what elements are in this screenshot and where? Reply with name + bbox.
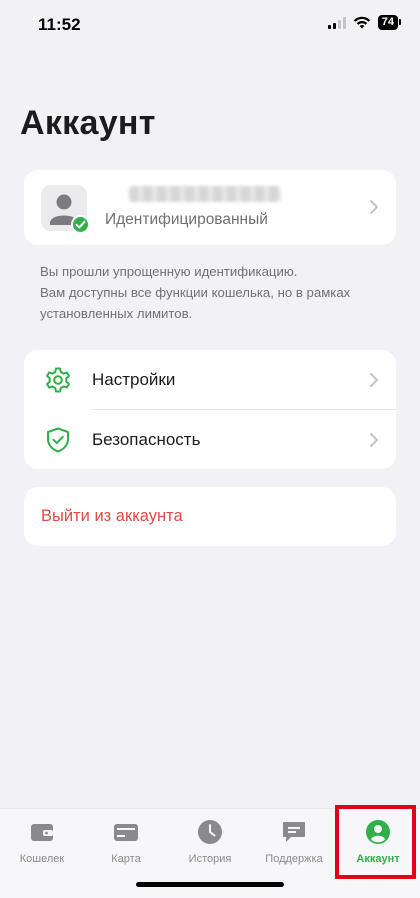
checkmark-icon — [75, 220, 86, 229]
profile-status: Идентифицированный — [105, 211, 268, 228]
menu-item-settings[interactable]: Настройки — [24, 350, 396, 410]
security-label: Безопасность — [92, 430, 201, 449]
info-line-1: Вы прошли упрощенную идентификацию. — [40, 264, 298, 279]
status-icons: 74 — [327, 15, 402, 30]
signal-icon — [327, 16, 346, 29]
shield-icon — [47, 427, 69, 453]
wifi-icon — [353, 16, 370, 29]
menu-item-security[interactable]: Безопасность — [24, 410, 396, 469]
info-line-2: Вам доступны все функции кошелька, но в … — [40, 285, 351, 321]
wallet-icon — [31, 824, 53, 841]
tab-label: Кошелек — [19, 853, 65, 865]
identification-info: Вы прошли упрощенную идентификацию. Вам … — [40, 261, 380, 324]
status-bar: 11:52 74 — [0, 0, 420, 52]
clock-icon — [198, 820, 222, 844]
tab-label: Карта — [111, 853, 141, 865]
battery-icon: 74 — [377, 15, 402, 30]
chevron-right-icon — [370, 200, 378, 214]
menu-card: Настройки Безопасность — [24, 350, 396, 469]
logout-button[interactable]: Выйти из аккаунта — [24, 487, 396, 546]
tab-label: История — [188, 853, 232, 865]
chevron-right-icon — [370, 373, 378, 387]
highlight-box — [335, 805, 416, 879]
verified-badge — [71, 215, 90, 234]
card-icon — [114, 824, 138, 841]
tab-wallet[interactable]: Кошелек — [0, 819, 84, 869]
tab-card[interactable]: Карта — [84, 819, 168, 869]
profile-card[interactable] — [24, 170, 396, 245]
gear-icon — [46, 367, 70, 393]
tab-history[interactable]: История — [168, 819, 252, 869]
profile-phone-masked — [129, 186, 281, 202]
logout-label: Выйти из аккаунта — [41, 507, 183, 525]
chat-icon — [283, 822, 305, 842]
chevron-right-icon — [370, 433, 378, 447]
avatar — [41, 185, 90, 234]
home-indicator — [136, 882, 284, 887]
page-title: Аккаунт — [20, 104, 156, 142]
status-time: 11:52 — [38, 15, 81, 34]
tab-label: Поддержка — [265, 853, 323, 865]
tab-support[interactable]: Поддержка — [252, 819, 336, 869]
settings-label: Настройки — [92, 370, 176, 389]
